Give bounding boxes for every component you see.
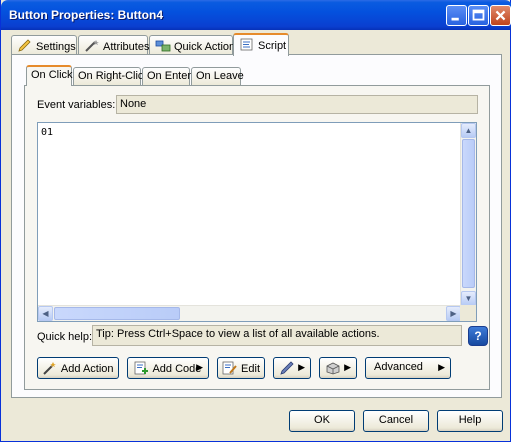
event-variables-field: None: [116, 95, 478, 114]
tab-on-leave-label: On Leave: [196, 70, 244, 82]
tab-on-leave[interactable]: On Leave: [191, 67, 244, 85]
tab-script-label: Script: [258, 40, 287, 52]
pencil-icon: [18, 39, 31, 52]
quick-help-button[interactable]: ?: [468, 326, 488, 346]
add-code-dropdown-icon: ▶: [196, 362, 203, 372]
ok-button[interactable]: OK: [289, 410, 355, 432]
code-line-1: 01: [41, 127, 54, 138]
help-button[interactable]: Help: [437, 410, 503, 432]
script-editor[interactable]: 01 ▲ ▼ ◀ ▶: [37, 122, 477, 322]
vertical-scroll-thumb[interactable]: [462, 139, 475, 288]
tab-attributes[interactable]: Attributes: [78, 35, 150, 55]
ok-label: OK: [314, 414, 330, 426]
quick-help-label: Quick help:: [37, 331, 93, 343]
advanced-dropdown-icon: ▶: [438, 362, 445, 372]
help-label: Help: [458, 414, 482, 426]
advanced-button[interactable]: Advanced ▶: [365, 357, 451, 379]
edit-icon: [222, 361, 237, 375]
scroll-down-button[interactable]: ▼: [461, 291, 476, 306]
tab-settings-label: Settings: [36, 41, 76, 53]
event-panel: Event variables: None 01 ▲ ▼ ◀ ▶ Quick h…: [24, 85, 490, 390]
scroll-right-button[interactable]: ▶: [446, 306, 461, 321]
scroll-up-icon: ▲: [464, 126, 473, 135]
title-bar[interactable]: Button Properties: Button4: [1, 0, 511, 30]
add-code-label: Add Code: [152, 363, 202, 375]
tab-script[interactable]: Script: [233, 33, 289, 56]
close-button[interactable]: [490, 5, 511, 26]
tab-attributes-label: Attributes: [103, 41, 150, 53]
tab-on-enter[interactable]: On Enter: [142, 67, 192, 85]
close-icon: [495, 10, 506, 21]
maximize-icon: [472, 9, 485, 21]
cancel-label: Cancel: [378, 414, 414, 426]
horizontal-scrollbar[interactable]: ◀ ▶: [38, 305, 461, 321]
tab-settings[interactable]: Settings: [11, 35, 77, 55]
quick-help-field: Tip: Press Ctrl+Space to view a list of …: [92, 325, 462, 346]
tab-quick-action-label: Quick Action: [174, 41, 236, 53]
wand-icon: [43, 362, 57, 375]
advanced-label: Advanced: [374, 361, 423, 373]
window-title: Button Properties: Button4: [9, 8, 163, 22]
tools-dropdown-icon: ▶: [298, 362, 305, 372]
cancel-button[interactable]: Cancel: [363, 410, 429, 432]
tab-on-right-click-label: On Right-Click: [78, 70, 149, 82]
scroll-corner: [460, 305, 476, 321]
tools-menu-button[interactable]: ▶: [273, 357, 311, 379]
quick-action-icon: [155, 40, 171, 52]
scroll-left-button[interactable]: ◀: [38, 306, 53, 321]
maximize-button[interactable]: [468, 5, 489, 26]
add-action-label: Add Action: [60, 363, 114, 375]
tab-on-right-click[interactable]: On Right-Click: [73, 67, 149, 85]
scroll-down-icon: ▼: [464, 294, 473, 303]
tab-on-enter-label: On Enter: [147, 70, 192, 82]
help-question-icon: ?: [474, 329, 482, 343]
script-icon: [240, 38, 253, 51]
add-code-button[interactable]: Add Code ▶: [127, 357, 209, 379]
event-variables-value: None: [120, 98, 147, 110]
minimize-button[interactable]: [446, 5, 467, 26]
wand-icon: [85, 40, 99, 52]
add-action-button[interactable]: Add Action: [37, 357, 119, 379]
add-code-icon: [134, 361, 148, 375]
package-icon: [326, 362, 340, 375]
snippets-dropdown-icon: ▶: [344, 362, 351, 372]
quick-help-tip: Tip: Press Ctrl+Space to view a list of …: [96, 328, 380, 340]
edit-button[interactable]: Edit: [217, 357, 265, 379]
pen-icon: [280, 361, 294, 375]
tab-on-click-label: On Click: [31, 69, 73, 81]
edit-label: Edit: [241, 363, 261, 375]
scroll-left-icon: ◀: [42, 309, 49, 318]
tab-on-click[interactable]: On Click: [26, 65, 73, 86]
horizontal-scroll-thumb[interactable]: [54, 307, 180, 320]
event-variables-label: Event variables:: [37, 99, 116, 111]
snippets-menu-button[interactable]: ▶: [319, 357, 357, 379]
vertical-scrollbar[interactable]: ▲ ▼: [460, 123, 476, 306]
scroll-right-icon: ▶: [450, 309, 457, 318]
script-panel: On Click On Right-Click On Enter On Leav…: [11, 54, 502, 398]
tab-quick-action[interactable]: Quick Action: [149, 35, 236, 55]
minimize-icon: [451, 17, 459, 21]
dialog-window: Button Properties: Button4 Settings Attr…: [0, 0, 511, 442]
scroll-up-button[interactable]: ▲: [461, 123, 476, 138]
